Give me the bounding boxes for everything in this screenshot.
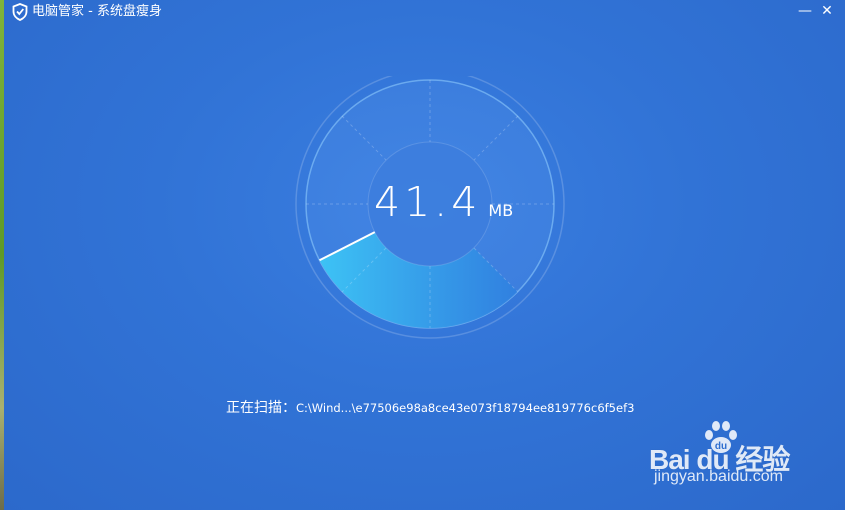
scan-status-label: 正在扫描： — [226, 400, 296, 416]
window-title: 电脑管家 - 系统盘瘦身 — [32, 4, 162, 19]
minimize-button[interactable]: — — [794, 0, 816, 22]
close-button[interactable]: ✕ — [816, 0, 838, 22]
baidu-jingyan-watermark: du Bai du 经验 jingyan.baidu.com — [649, 420, 809, 495]
app-window: 电脑管家 - 系统盘瘦身 — ✕ 41.4 MB 正在扫描：C:\Wind...… — [4, 0, 845, 510]
scan-size-value: 41.4 — [374, 178, 482, 226]
shield-check-icon — [12, 3, 28, 21]
scan-status: 正在扫描：C:\Wind...\e77506e98a8ce43e073f1879… — [226, 399, 634, 418]
watermark-url: jingyan.baidu.com — [654, 468, 783, 485]
scan-size-unit: MB — [488, 201, 514, 220]
title-bar: 电脑管家 - 系统盘瘦身 — ✕ — [4, 0, 845, 24]
scan-status-path: C:\Wind...\e77506e98a8ce43e073f18794ee81… — [296, 401, 635, 415]
scan-readout: 41.4 MB — [374, 178, 514, 226]
